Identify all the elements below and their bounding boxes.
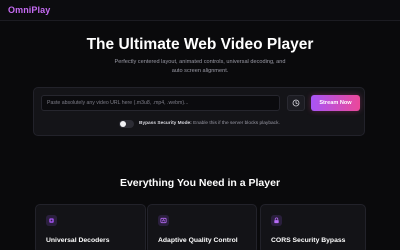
stream-now-button[interactable]: Stream Now xyxy=(311,95,360,111)
bypass-security-description: Enable this if the server blocks playbac… xyxy=(193,121,280,126)
feature-card-cors-bypass: CORS Security Bypass xyxy=(260,204,366,250)
history-button[interactable] xyxy=(287,95,305,111)
video-url-input[interactable] xyxy=(41,95,280,111)
lock-icon xyxy=(271,215,282,226)
feature-card-adaptive-quality: Adaptive Quality Control xyxy=(147,204,257,250)
bypass-security-toggle[interactable] xyxy=(119,119,134,128)
toggle-knob xyxy=(120,120,126,127)
feature-card-title: Universal Decoders xyxy=(46,237,110,244)
top-bar: OmniPlay xyxy=(0,0,400,21)
hero-title: The Ultimate Web Video Player xyxy=(86,36,314,53)
hero-subtitle-line-1: Perfectly centered layout, animated cont… xyxy=(114,59,286,65)
feature-card-title: Adaptive Quality Control xyxy=(158,237,238,244)
feature-card-title: CORS Security Bypass xyxy=(271,237,346,244)
player-input-panel: Stream Now Bypass Security Mode: Enable … xyxy=(33,87,365,136)
feature-card-universal-decoders: Universal Decoders xyxy=(35,204,146,250)
quality-icon xyxy=(158,215,169,226)
bypass-security-row: Bypass Security Mode: Enable this if the… xyxy=(119,118,280,129)
chip-icon xyxy=(46,215,57,226)
bypass-security-label: Bypass Security Mode: xyxy=(139,121,192,126)
hero-subtitle: Perfectly centered layout, animated cont… xyxy=(100,58,300,76)
hero-subtitle-line-2: auto screen alignment. xyxy=(171,68,229,74)
history-icon xyxy=(292,99,300,107)
app-logo[interactable]: OmniPlay xyxy=(8,5,50,15)
features-title: Everything You Need in a Player xyxy=(119,177,281,189)
bypass-security-text: Bypass Security Mode: Enable this if the… xyxy=(139,121,280,126)
